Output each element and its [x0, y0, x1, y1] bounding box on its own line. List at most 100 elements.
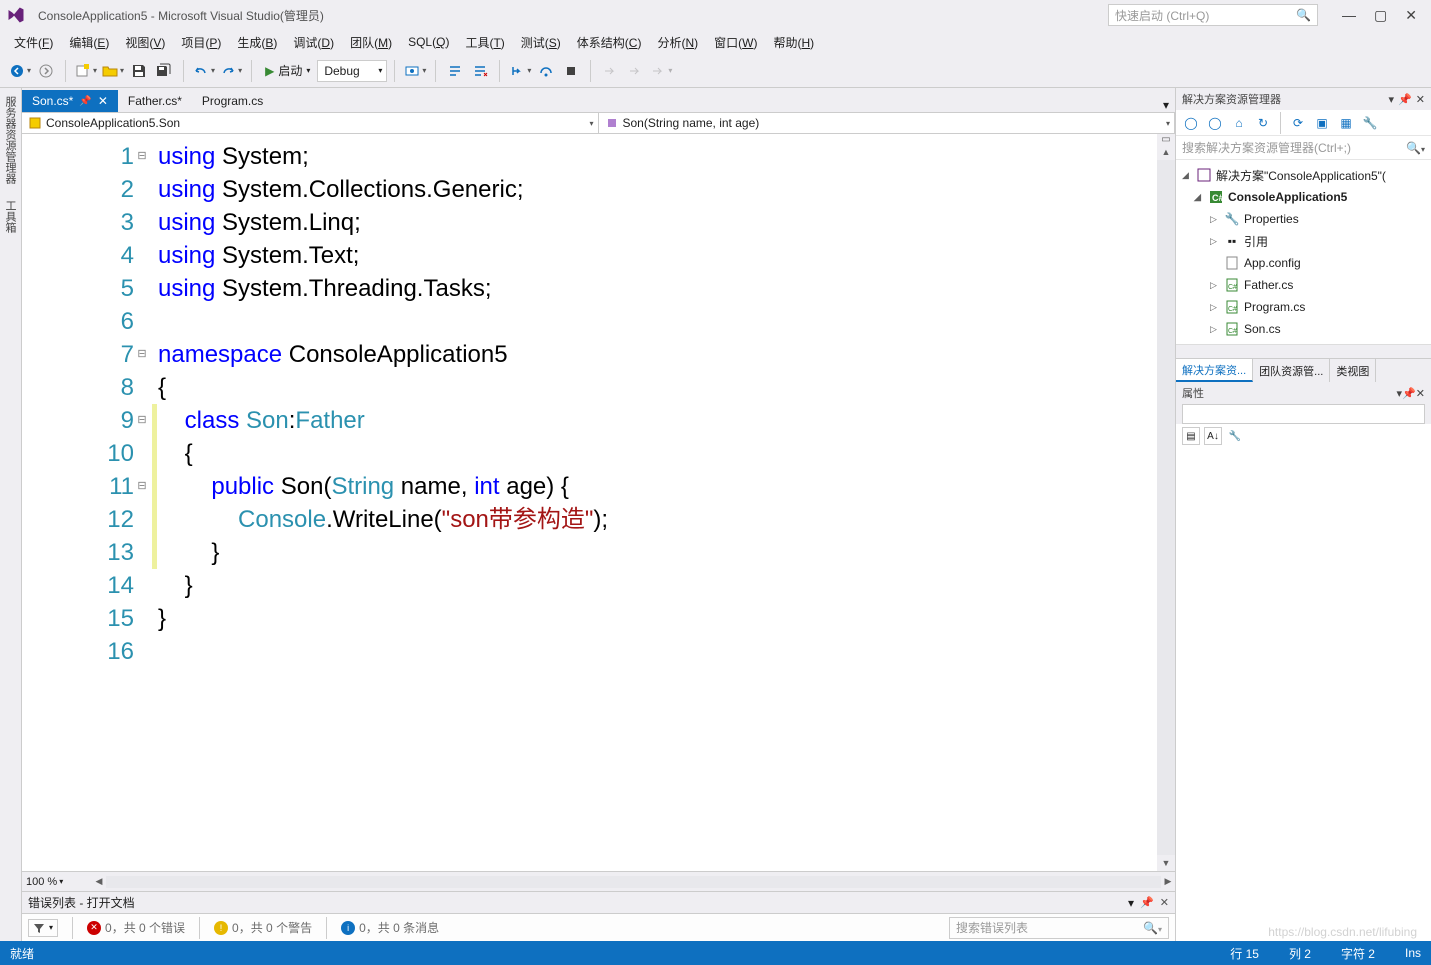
scroll-left-icon[interactable]: ◀ [92, 874, 106, 890]
appconfig-node[interactable]: App.config [1176, 252, 1431, 274]
horizontal-scrollbar[interactable]: ◀ ▶ [92, 874, 1175, 890]
build-config-dropdown[interactable]: Debug [317, 60, 387, 82]
code-line[interactable]: using System.Collections.Generic; [152, 173, 1157, 206]
save-all-button[interactable] [152, 59, 176, 83]
step-button[interactable] [507, 59, 533, 83]
code-line[interactable]: using System.Text; [152, 239, 1157, 272]
new-project-button[interactable] [73, 59, 99, 83]
minimize-button[interactable]: ― [1342, 7, 1356, 24]
code-line[interactable] [152, 635, 1157, 668]
pin-icon[interactable]: 📌 [1140, 896, 1154, 909]
tree-horizontal-scrollbar[interactable] [1176, 344, 1431, 358]
code-line[interactable]: { [152, 371, 1157, 404]
menu-item[interactable]: 视图(V) [117, 31, 173, 54]
code-line[interactable]: using System; [152, 140, 1157, 173]
maximize-button[interactable]: ▢ [1374, 7, 1387, 24]
zoom-dropdown[interactable]: 100 %▾ [22, 876, 92, 888]
back-icon[interactable]: ◯ [1182, 114, 1200, 132]
class-view-tab[interactable]: 类视图 [1330, 359, 1376, 382]
code-line[interactable]: { [152, 437, 1157, 470]
code-line[interactable] [152, 305, 1157, 338]
home-icon[interactable]: ⌂ [1230, 114, 1248, 132]
refresh-icon[interactable]: ⟳ [1289, 114, 1307, 132]
error-search-input[interactable]: 搜索错误列表 🔍▾ [949, 917, 1169, 939]
split-handle-icon[interactable]: ▭ [1157, 134, 1175, 144]
team-explorer-tab[interactable]: 团队资源管... [1253, 359, 1330, 382]
warnings-count[interactable]: !0，共 0 个警告 [214, 919, 312, 936]
fold-toggle[interactable]: ⊟ [136, 470, 148, 503]
code-area[interactable]: using System;using System.Collections.Ge… [152, 134, 1157, 871]
close-icon[interactable]: ✕ [1416, 93, 1425, 106]
properties-icon[interactable]: 🔧 [1361, 114, 1379, 132]
document-tab[interactable]: Son.cs*📌✕ [22, 90, 118, 112]
collapse-icon[interactable]: ▣ [1313, 114, 1331, 132]
menu-item[interactable]: 体系结构(C) [569, 31, 650, 54]
categorize-icon[interactable]: ▤ [1182, 427, 1200, 445]
menu-item[interactable]: 调试(D) [285, 31, 342, 54]
quick-launch-input[interactable]: 快速启动 (Ctrl+Q) 🔍 [1108, 4, 1318, 26]
comment-button[interactable] [443, 59, 467, 83]
error-list-dropdown-icon[interactable]: ▾ [1128, 896, 1134, 910]
document-tab[interactable]: Program.cs [192, 90, 273, 112]
menu-item[interactable]: 编辑(E) [61, 31, 117, 54]
props-page-icon[interactable]: 🔧 [1226, 427, 1244, 445]
show-all-icon[interactable]: ▦ [1337, 114, 1355, 132]
menu-item[interactable]: 文件(F) [6, 31, 61, 54]
close-icon[interactable]: ✕ [1160, 896, 1169, 909]
fold-toggle[interactable]: ⊟ [136, 140, 148, 173]
uncomment-button[interactable] [468, 59, 492, 83]
code-line[interactable]: class Son:Father [152, 404, 1157, 437]
fold-toggle[interactable]: ⊟ [136, 338, 148, 371]
namespace-dropdown[interactable]: ConsoleApplication5.Son [22, 113, 599, 133]
menu-item[interactable]: 项目(P) [173, 31, 229, 54]
forward-icon[interactable]: ◯ [1206, 114, 1224, 132]
undo-button[interactable] [191, 59, 217, 83]
nav-back-button[interactable] [7, 59, 33, 83]
references-node[interactable]: ▷▪▪引用 [1176, 230, 1431, 252]
solution-node[interactable]: ◢解决方案"ConsoleApplication5"( [1176, 164, 1431, 186]
menu-item[interactable]: 测试(S) [513, 31, 569, 54]
pin-icon[interactable]: 📌 [1398, 93, 1412, 106]
code-line[interactable]: Console.WriteLine("son带参构造"); [152, 503, 1157, 536]
properties-object-dropdown[interactable] [1182, 404, 1425, 424]
menu-item[interactable]: 团队(M) [342, 31, 400, 54]
menu-item[interactable]: 帮助(H) [765, 31, 822, 54]
scroll-up-icon[interactable]: ▲ [1157, 144, 1175, 160]
messages-count[interactable]: i0，共 0 条消息 [341, 919, 439, 936]
code-line[interactable]: } [152, 536, 1157, 569]
menu-item[interactable]: 分析(N) [649, 31, 706, 54]
menu-item[interactable]: 工具(T) [457, 31, 512, 54]
close-icon[interactable]: ✕ [1416, 387, 1425, 400]
code-line[interactable]: public Son(String name, int age) { [152, 470, 1157, 503]
server-explorer-tab[interactable]: 服务器资源管理器 [0, 88, 21, 192]
open-file-button[interactable] [100, 59, 126, 83]
code-editor[interactable]: 12345678910111213141516⊟⊟⊟⊟ using System… [22, 134, 1175, 871]
step-over-button[interactable] [534, 59, 558, 83]
menu-item[interactable]: 窗口(W) [706, 31, 765, 54]
properties-node[interactable]: ▷🔧Properties [1176, 208, 1431, 230]
toolbox-tab[interactable]: 工具箱 [0, 192, 21, 241]
document-tab[interactable]: Father.cs* [118, 90, 192, 112]
project-node[interactable]: ◢C#ConsoleApplication5 [1176, 186, 1431, 208]
code-line[interactable]: using System.Linq; [152, 206, 1157, 239]
program-cs-node[interactable]: ▷C#Program.cs [1176, 296, 1431, 318]
menu-item[interactable]: 生成(B) [229, 31, 285, 54]
browser-link-button[interactable] [402, 59, 428, 83]
pin-icon[interactable]: 📌 [1402, 387, 1416, 400]
code-line[interactable]: namespace ConsoleApplication5 [152, 338, 1157, 371]
menu-item[interactable]: SQL(Q) [400, 32, 457, 52]
member-dropdown[interactable]: Son(String name, int age) [599, 113, 1176, 133]
save-button[interactable] [127, 59, 151, 83]
son-cs-node[interactable]: ▷C#Son.cs [1176, 318, 1431, 340]
scroll-down-icon[interactable]: ▼ [1157, 855, 1175, 871]
redo-button[interactable] [218, 59, 244, 83]
solution-search-input[interactable]: 搜索解决方案资源管理器(Ctrl+;) 🔍▾ [1176, 136, 1431, 160]
stop-button[interactable] [559, 59, 583, 83]
solution-explorer-tab[interactable]: 解决方案资... [1176, 359, 1253, 382]
errors-count[interactable]: ✕0，共 0 个错误 [87, 919, 185, 936]
nav-forward-button[interactable] [34, 59, 58, 83]
doc-tabs-dropdown[interactable]: ▾ [1157, 98, 1175, 112]
vertical-scrollbar[interactable]: ▭ ▲ ▼ [1157, 134, 1175, 871]
panel-dropdown-icon[interactable]: ▾ [1389, 93, 1395, 106]
close-tab-icon[interactable]: ✕ [98, 94, 108, 108]
